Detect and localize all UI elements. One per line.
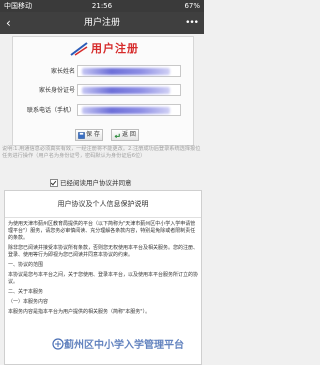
parent-id-label: 家长身份证号 [38,87,75,94]
agreement-title: 用户协议及个人信息保护说明 [57,200,149,208]
phone-label: 联系电话（手机） [26,107,75,114]
parent-id-row: 家长身份证号 [13,84,193,98]
status-bar: 中国移动 21:56 67% [0,0,204,12]
clock: 21:56 [91,2,113,10]
back-button[interactable]: 返 回 [111,129,139,141]
floppy-disk-icon [78,131,85,139]
save-button[interactable]: 保 存 [75,129,103,141]
form-logo: 用户注册 [13,39,193,59]
agreement-paragraph: 为使用天津市蓟州区教育局提供的平台（以下简称为"天津市蓟州区中小学入学申请管理平… [8,221,196,241]
page-title: 用户注册 [83,18,120,28]
parent-name-label: 家长姓名 [50,68,75,75]
agree-checkbox[interactable] [50,179,58,187]
registration-form: 用户注册 家长姓名 家长身份证号 联系电话（手机） 保 存 返 回 [12,36,194,146]
watermark-text: 蓟州区中小学入学管理平台 [64,340,184,351]
more-options-icon[interactable]: ••• [185,15,199,31]
agreement-body: 为使用天津市蓟州区教育局提供的平台（以下简称为"天津市蓟州区中小学入学申请管理平… [8,221,198,319]
nav-bar: ‹ 用户注册 ••• [0,12,204,34]
divider [5,217,201,218]
redacted-value [82,87,170,94]
redacted-value [82,68,170,75]
watermark-logo-icon [52,338,64,350]
back-label: 返 回 [122,131,136,138]
battery-label: 67% [184,2,200,10]
parent-name-input[interactable] [77,65,181,77]
agreement-section-heading: 一、协议的范围 [8,262,44,268]
phone-row: 联系电话（手机） [13,104,193,118]
agreement-subheading: （一）本服务内容 [8,299,49,305]
agreement-paragraph: 本服务内容是指本平台为用户提供的相关服务（简称"本服务"）。 [8,309,151,315]
agree-label: 已经阅读用户协议并同意 [60,179,132,187]
parent-name-row: 家长姓名 [13,65,193,79]
pen-logo-icon [70,42,88,56]
agreement-section-heading: 二、关于本服务 [8,289,44,295]
redacted-value [82,107,170,114]
form-buttons: 保 存 返 回 [13,129,193,143]
registration-notice: 说明:1.用通信息必须真实有效，一经注册将不能更改。2.注册成功后登录系统选择报… [2,146,201,160]
return-arrow-icon [114,133,120,138]
form-logo-text: 用户注册 [91,42,139,55]
phone-input[interactable] [77,104,181,116]
parent-id-input[interactable] [77,84,181,96]
save-label: 保 存 [86,131,100,138]
agreement-paragraph: 除非您已阅读并接受本协议所有条款，否则您无权使用本平台及相关服务。您的注册、登录… [8,245,199,258]
agreement-paragraph: 本协议是您与本平台之间，关于您使用、登录本平台，以及使用本平台服务所订立的协议。 [8,272,199,285]
